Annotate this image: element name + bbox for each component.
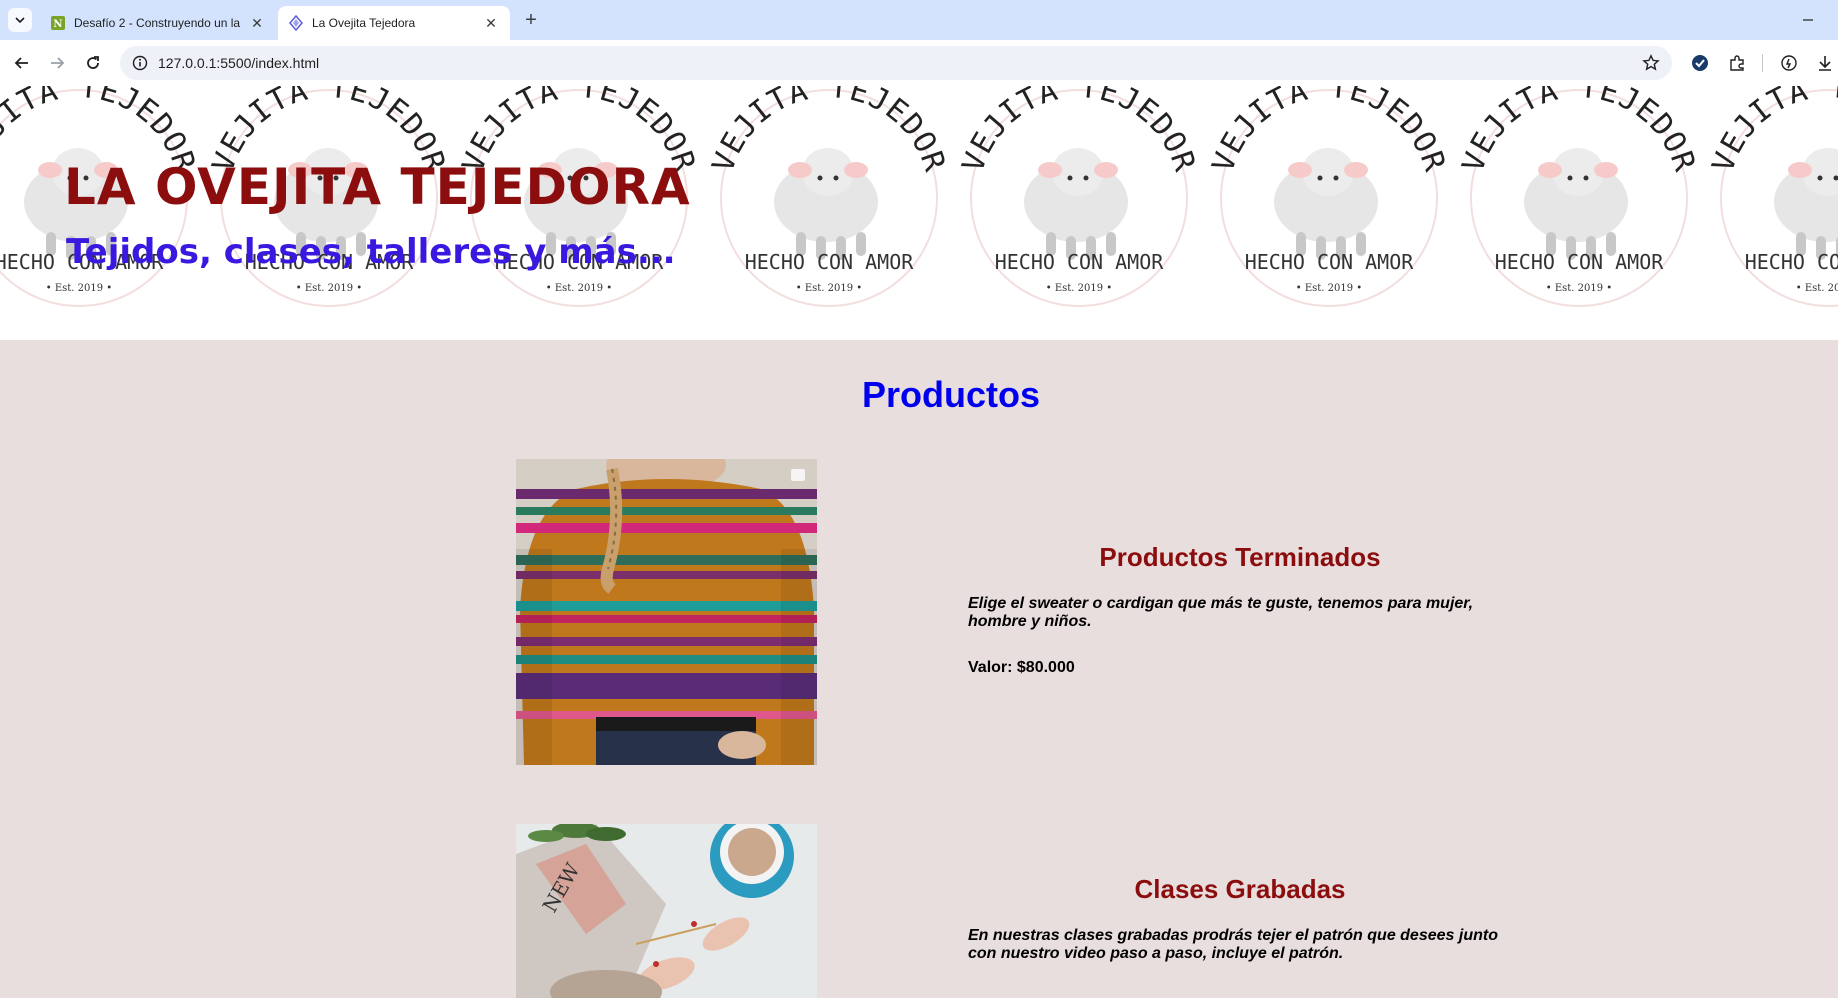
bookmark-star-icon[interactable] [1642,54,1660,72]
site-title: LA OVEJITA TEJEDORA [64,158,691,216]
banner-est: • Est. 2019 • [1296,283,1362,294]
banner-est: • Est. 2019 • [796,283,862,294]
banner-est: • Est. 2019 • [1546,283,1612,294]
reload-icon [87,56,99,69]
banner-logo-tile: OVEJITA TEJEDORAHECHO CON AMOR• Est. 201… [1204,86,1451,307]
svg-text:N: N [53,19,62,30]
banner-est: • Est. 2019 • [546,283,612,294]
page-viewport: OVEJITA TEJEDORAHECHO CON AMOR• Est. 201… [0,86,1838,998]
new-tab-button[interactable]: + [520,9,542,31]
header-banner: OVEJITA TEJEDORAHECHO CON AMOR• Est. 201… [0,86,1838,340]
section-title: Productos [861,374,1040,415]
banner-est: • Est. 2019 • [1796,283,1838,294]
product-name: Clases Grabadas [1134,874,1346,904]
banner-tagline: HECHO CON AMOR [1495,250,1665,274]
arrow-right-icon [51,57,65,69]
bolt-icon [288,15,304,31]
banner-logo-tile: OVEJITA TEJEDORAHECHO CON AMOR• Est. 201… [954,86,1201,307]
address-bar[interactable]: 127.0.0.1:5500/index.html [120,46,1672,80]
banner-logo-tile: OVEJITA TEJEDORAHECHO CON AMOR• Est. 201… [1704,86,1838,307]
banner-tagline: HECHO CON AMOR [1245,250,1415,274]
minimize-icon [1803,19,1813,21]
chevron-down-icon [15,17,25,24]
product-image-sweater [516,459,817,765]
tab-title: Desafío 2 - Construyendo un la [74,16,241,30]
extensions-puzzle-icon[interactable] [1727,53,1747,73]
product-image-knitting: NEW [516,824,817,998]
product-description: Elige el sweater o cardigan que más te g… [968,595,1474,630]
banner-est: • Est. 2019 • [1046,283,1112,294]
tab-close-icon[interactable]: ✕ [248,14,266,32]
extension-check-icon[interactable] [1690,53,1710,73]
site-subtitle: Tejidos, clases, talleres y más... [66,232,676,272]
product-description: En nuestras clases grabadas prodrás teje… [968,927,1498,962]
performance-icon[interactable] [1779,53,1799,73]
browser-toolbar: 127.0.0.1:5500/index.html [0,40,1838,86]
product-price: Valor: $80.000 [968,659,1075,676]
download-icon[interactable] [1815,53,1835,73]
banner-tagline: HECHO CON AMOR [745,250,915,274]
sweater-stripes [516,489,817,719]
arrow-left-icon [14,57,28,69]
notion-icon: N [50,15,66,31]
banner-est: • Est. 2019 • [296,283,362,294]
banner-logo-tile: OVEJITA TEJEDORAHECHO CON AMOR• Est. 201… [1454,86,1701,307]
tab-desafio[interactable]: N Desafío 2 - Construyendo un la ✕ [40,6,276,40]
forward-button[interactable] [46,52,68,74]
banner-tagline: HECHO CON AMOR [995,250,1165,274]
tab-search-button[interactable] [8,8,32,32]
browser-tab-strip: N Desafío 2 - Construyendo un la ✕ La Ov… [0,0,1838,40]
tab-title: La Ovejita Tejedora [312,16,416,30]
product-card-terminados: Productos Terminados Elige el sweater o … [968,542,1508,677]
product-card-clases: Clases Grabadas En nuestras clases graba… [968,874,1508,963]
banner-tagline: HECHO CON AMOR [1745,250,1838,274]
reload-button[interactable] [82,52,104,74]
tab-la-ovejita[interactable]: La Ovejita Tejedora ✕ [278,6,510,40]
back-button[interactable] [11,52,33,74]
product-name: Productos Terminados [1099,542,1381,572]
minimize-window-button[interactable] [1796,8,1820,32]
site-info-icon[interactable] [132,55,148,71]
banner-est: • Est. 2019 • [46,283,112,294]
toolbar-separator [1762,54,1763,72]
url-text[interactable]: 127.0.0.1:5500/index.html [158,55,319,71]
banner-logo-tile: OVEJITA TEJEDORAHECHO CON AMOR• Est. 201… [704,86,951,307]
tab-close-icon[interactable]: ✕ [482,14,500,32]
